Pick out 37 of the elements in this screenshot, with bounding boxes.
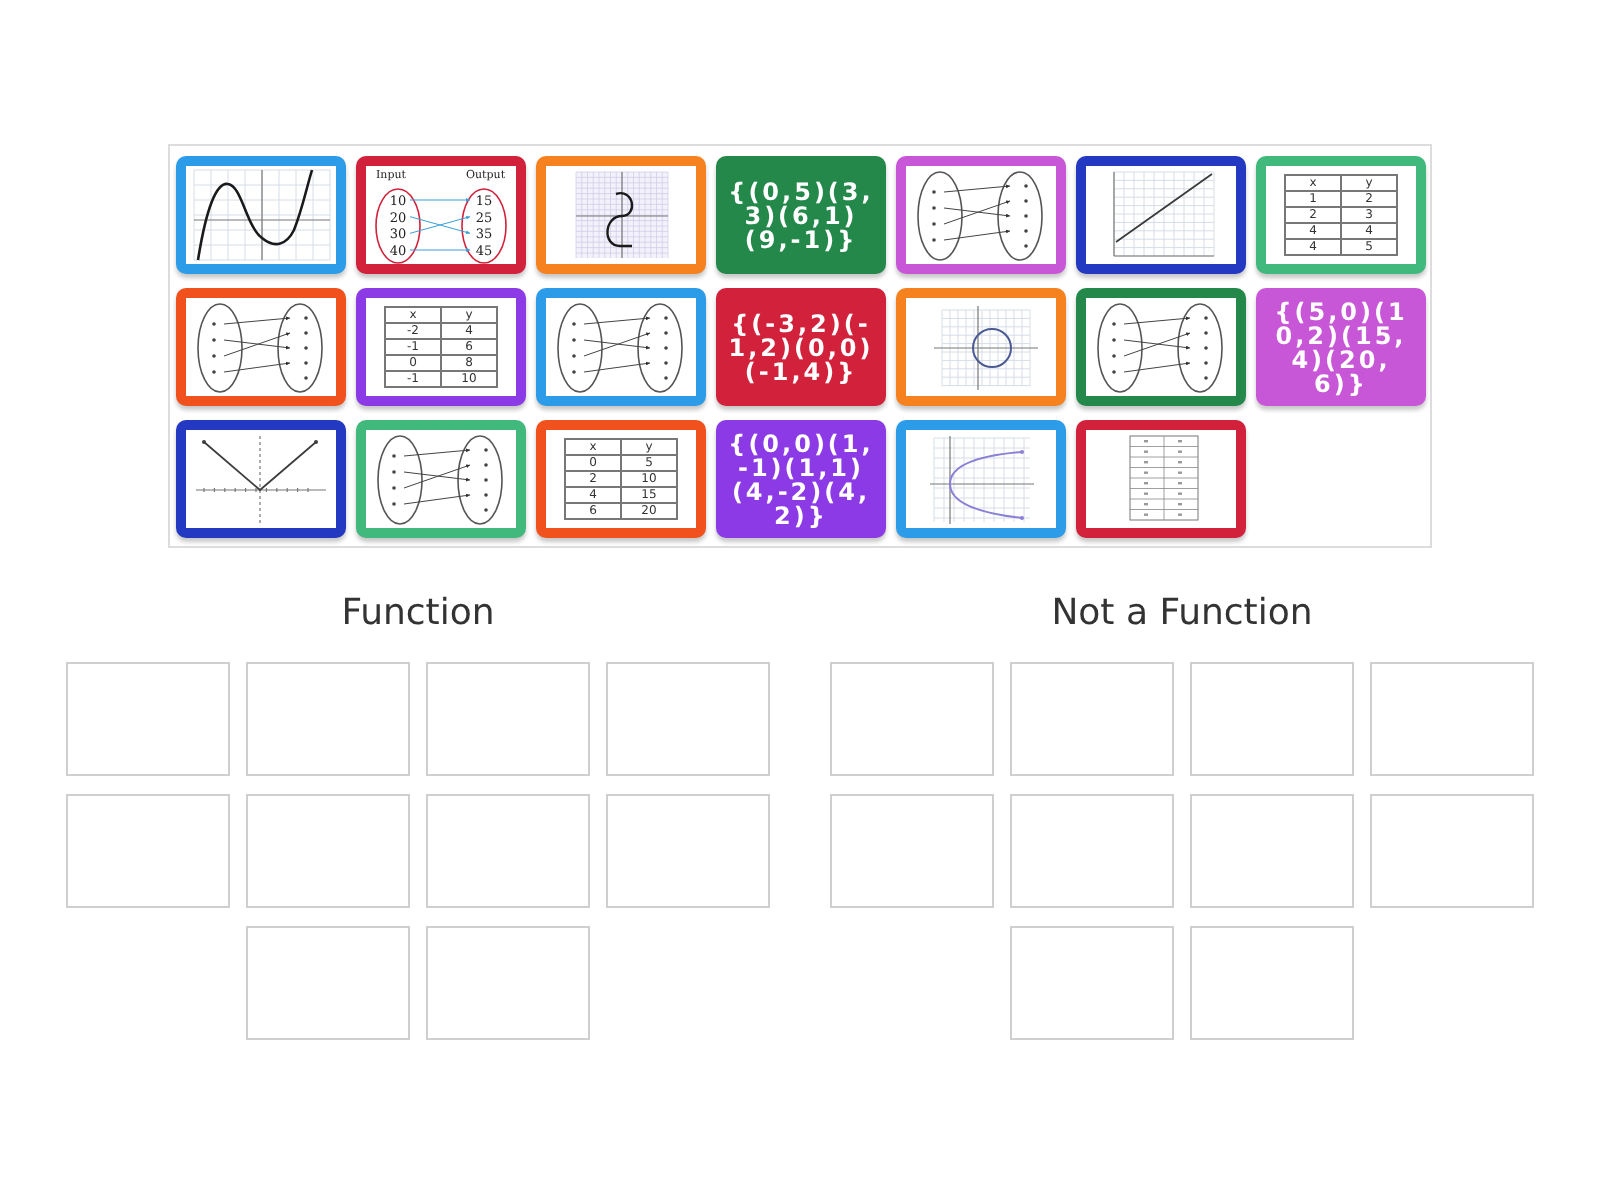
drop-slot[interactable] bbox=[830, 662, 994, 776]
drop-slot[interactable] bbox=[1190, 662, 1354, 776]
drop-slot[interactable] bbox=[830, 794, 994, 908]
mapping-card[interactable] bbox=[896, 156, 1066, 274]
drop-slot[interactable] bbox=[66, 662, 230, 776]
drop-slot[interactable] bbox=[1010, 662, 1174, 776]
mapping-card[interactable] bbox=[536, 288, 706, 406]
mapping-diagram-drawing bbox=[377, 435, 503, 525]
mapping-diagram-drawing bbox=[1097, 303, 1223, 393]
group-heading: Function bbox=[341, 592, 495, 636]
mapping-diagram-drawing bbox=[557, 303, 683, 393]
mapping-card[interactable] bbox=[356, 420, 526, 538]
drop-slot[interactable] bbox=[246, 662, 410, 776]
ordered-pairs-card[interactable]: {(0,0)(1,-1)(1,1)(4,-2)(4,2)} bbox=[716, 420, 886, 538]
drop-slot[interactable] bbox=[606, 794, 770, 908]
drop-slot[interactable] bbox=[246, 926, 410, 1040]
drop-slot[interactable] bbox=[1010, 794, 1174, 908]
mapping-diagram-drawing bbox=[917, 171, 1043, 261]
mapping-card[interactable] bbox=[1076, 288, 1246, 406]
drop-slot[interactable] bbox=[606, 662, 770, 776]
drop-slot[interactable] bbox=[1370, 662, 1534, 776]
drop-slot[interactable] bbox=[426, 926, 590, 1040]
ordered-pairs-card[interactable]: {(0,5)(3,3)(6,1)(9,-1)} bbox=[716, 156, 886, 274]
mapping-card[interactable] bbox=[176, 288, 346, 406]
mapping-diagram-drawing bbox=[197, 303, 323, 393]
ordered-pairs-card[interactable]: {(5,0)(10,2)(15,4)(20,6)} bbox=[1256, 288, 1426, 406]
drop-slot[interactable] bbox=[426, 662, 590, 776]
drop-slot[interactable] bbox=[246, 794, 410, 908]
drop-slot[interactable] bbox=[66, 794, 230, 908]
ordered-pairs-card[interactable]: {(-3,2)(-1,2)(0,0)(-1,4)} bbox=[716, 288, 886, 406]
drop-slot[interactable] bbox=[1010, 926, 1174, 1040]
drop-slot[interactable] bbox=[1190, 926, 1354, 1040]
drop-slot[interactable] bbox=[1190, 794, 1354, 908]
group-heading: Not a Function bbox=[1051, 592, 1313, 636]
drop-slot[interactable] bbox=[1370, 794, 1534, 908]
mapping-diagram-drawing bbox=[375, 188, 507, 264]
drop-slot[interactable] bbox=[426, 794, 590, 908]
